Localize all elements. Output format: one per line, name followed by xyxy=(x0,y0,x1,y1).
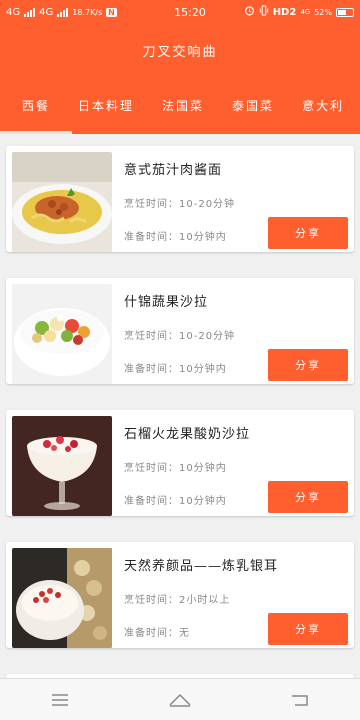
prep-time: 准备时间：无 xyxy=(124,628,190,639)
share-button[interactable]: 分享 xyxy=(268,217,348,249)
share-button[interactable]: 分享 xyxy=(268,349,348,381)
vibrate-icon xyxy=(259,5,269,19)
cook-time: 烹饪时间：10-20分钟 xyxy=(124,331,236,342)
status-left: 4G 4G 18.7K/s N xyxy=(6,7,146,18)
system-nav-bar xyxy=(0,678,360,720)
signal-icon xyxy=(24,7,36,17)
share-button[interactable]: 分享 xyxy=(268,481,348,513)
recipe-list[interactable]: 意式茄汁肉酱面 烹饪时间：10-20分钟 准备时间：10分钟内 分享 什锦蔬果沙… xyxy=(0,134,360,678)
notification-icon: N xyxy=(106,7,117,17)
category-tabs: 西餐 日本料理 法国菜 泰国菜 意大利 xyxy=(0,76,360,134)
recipe-info: 石榴火龙果酸奶沙拉 烹饪时间：10分钟内 准备时间：10分钟内 分享 xyxy=(112,416,348,513)
tab-label: 日本料理 xyxy=(78,98,135,113)
app-bar: 刀叉交响曲 xyxy=(0,24,360,76)
battery-icon xyxy=(336,7,354,17)
recipe-info: 意式茄汁肉酱面 烹饪时间：10-20分钟 准备时间：10分钟内 分享 xyxy=(112,152,348,249)
signal-icon-2 xyxy=(57,7,69,17)
home-icon xyxy=(169,693,191,707)
prep-time: 准备时间：10分钟内 xyxy=(124,232,227,243)
tab-label: 法国菜 xyxy=(162,98,205,113)
yogurt-salad-image xyxy=(12,416,112,516)
recipe-title: 意式茄汁肉酱面 xyxy=(124,163,223,178)
status-bar: 4G 4G 18.7K/s N 15:20 HD2 4G 52% xyxy=(0,0,360,24)
network-type-small: 4G xyxy=(300,8,311,16)
menu-button[interactable] xyxy=(40,685,80,715)
tab-label: 泰国菜 xyxy=(232,98,275,113)
tab-label: 西餐 xyxy=(22,98,51,113)
share-button[interactable]: 分享 xyxy=(268,613,348,645)
tab-thai[interactable]: 泰国菜 xyxy=(218,76,288,134)
recipe-title: 石榴火龙果酸奶沙拉 xyxy=(124,427,251,442)
recipe-title: 什锦蔬果沙拉 xyxy=(124,295,209,310)
home-button[interactable] xyxy=(160,685,200,715)
cook-time: 烹饪时间：10分钟内 xyxy=(124,463,227,474)
cook-time: 烹饪时间：2小时以上 xyxy=(124,595,231,606)
tab-italian[interactable]: 意大利 xyxy=(288,76,358,134)
network-speed: 18.7K/s xyxy=(72,7,103,17)
recipe-card[interactable]: 意式茄汁肉酱面 烹饪时间：10-20分钟 准备时间：10分钟内 分享 xyxy=(6,146,354,252)
carrier-label: 4G xyxy=(6,6,21,18)
back-icon xyxy=(292,694,308,706)
pasta-image xyxy=(12,152,112,252)
tremella-dessert-image xyxy=(12,548,112,648)
tab-french[interactable]: 法国菜 xyxy=(148,76,218,134)
recipe-title: 天然养颜品——炼乳银耳 xyxy=(124,559,279,574)
back-button[interactable] xyxy=(280,685,320,715)
tab-japanese[interactable]: 日本料理 xyxy=(64,76,148,134)
tab-western[interactable]: 西餐 xyxy=(0,76,64,134)
fruit-salad-image xyxy=(12,284,112,384)
network-type: HD2 xyxy=(272,6,297,18)
recipe-info: 什锦蔬果沙拉 烹饪时间：10-20分钟 准备时间：10分钟内 分享 xyxy=(112,284,348,381)
carrier-label-2: 4G xyxy=(39,6,54,18)
status-right: HD2 4G 52% xyxy=(234,5,354,19)
prep-time: 准备时间：10分钟内 xyxy=(124,364,227,375)
alarm-icon xyxy=(244,5,255,19)
menu-icon xyxy=(52,693,68,706)
battery-percent: 52% xyxy=(314,7,332,17)
status-time: 15:20 xyxy=(174,5,206,19)
recipe-card[interactable]: 天然养颜品——炼乳银耳 烹饪时间：2小时以上 准备时间：无 分享 xyxy=(6,542,354,648)
recipe-info: 天然养颜品——炼乳银耳 烹饪时间：2小时以上 准备时间：无 分享 xyxy=(112,548,348,645)
recipe-card[interactable]: 石榴火龙果酸奶沙拉 烹饪时间：10分钟内 准备时间：10分钟内 分享 xyxy=(6,410,354,516)
app-title: 刀叉交响曲 xyxy=(142,44,218,60)
prep-time: 准备时间：10分钟内 xyxy=(124,496,227,507)
cook-time: 烹饪时间：10-20分钟 xyxy=(124,199,236,210)
recipe-card[interactable]: 什锦蔬果沙拉 烹饪时间：10-20分钟 准备时间：10分钟内 分享 xyxy=(6,278,354,384)
tab-label: 意大利 xyxy=(302,98,345,113)
